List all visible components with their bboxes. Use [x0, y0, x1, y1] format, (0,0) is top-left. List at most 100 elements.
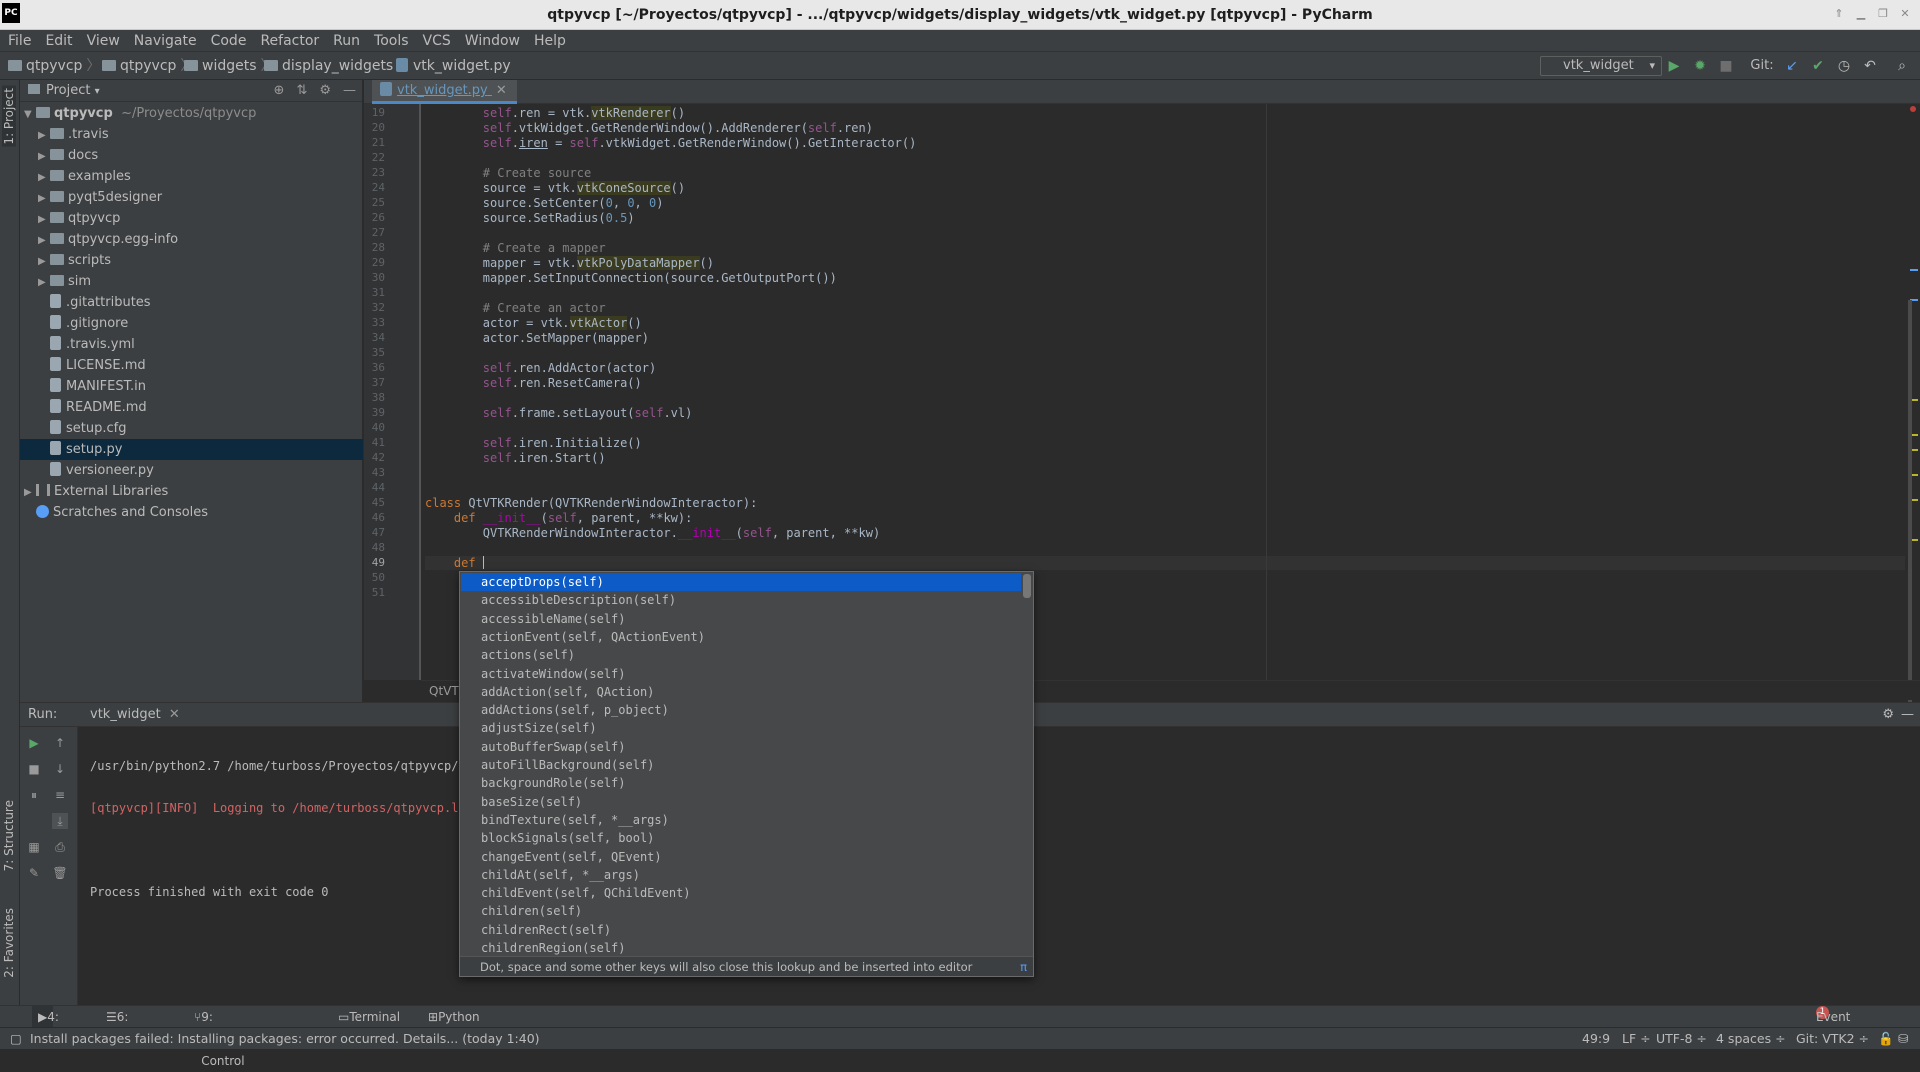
- completion-item[interactable]: activateWindow(self): [461, 665, 1021, 683]
- run-icon[interactable]: ▶: [1666, 58, 1682, 74]
- tree-item-scripts[interactable]: ▶ scripts: [20, 250, 363, 271]
- completion-item[interactable]: changeEvent(self, QEvent): [461, 848, 1021, 866]
- breadcrumb-project[interactable]: qtpyvcp 〉: [8, 52, 104, 80]
- window-minimize-icon[interactable]: ▁: [1852, 6, 1870, 22]
- tree-item-gitattributes[interactable]: .gitattributes: [20, 292, 363, 313]
- status-encoding[interactable]: UTF-8 ÷: [1656, 1028, 1707, 1050]
- stop-icon[interactable]: ■: [26, 761, 42, 777]
- tab-vtk-widget[interactable]: vtk_widget.py ✕: [372, 80, 517, 104]
- pause-icon[interactable]: ⏸: [26, 787, 42, 803]
- breadcrumb-file[interactable]: vtk_widget.py: [396, 52, 511, 80]
- tree-root[interactable]: ▼ qtpyvcp ~/Proyectos/qtpyvcp: [20, 103, 363, 124]
- tree-item-docs[interactable]: ▶ docs: [20, 145, 363, 166]
- tool-tab-todo[interactable]: ☰ 6: TODO: [106, 1006, 152, 1046]
- lock-icon[interactable]: 🔓: [1878, 1028, 1894, 1050]
- completion-item[interactable]: blockSignals(self, bool): [461, 829, 1021, 847]
- search-everywhere-icon[interactable]: ⌕: [1894, 58, 1910, 74]
- locate-icon[interactable]: ⊕: [274, 80, 285, 102]
- tree-item-setup-py[interactable]: setup.py: [20, 439, 363, 460]
- menu-view[interactable]: View: [79, 30, 126, 52]
- tool-tab-terminal[interactable]: ▭ Terminal: [338, 1006, 400, 1028]
- completion-item[interactable]: children(self): [461, 902, 1021, 920]
- database-icon[interactable]: ⛁: [1898, 1028, 1908, 1050]
- window-maximize-icon[interactable]: ❐: [1874, 6, 1892, 22]
- tree-scratches[interactable]: Scratches and Consoles: [20, 502, 363, 523]
- tool-tab-favorites[interactable]: 2: Favorites: [2, 908, 16, 978]
- completion-item[interactable]: childrenRect(self): [461, 921, 1021, 939]
- close-tab-icon[interactable]: ✕: [496, 80, 507, 102]
- tool-tab-version-control[interactable]: ⑂ 9: Version Control: [194, 1006, 245, 1068]
- completion-item[interactable]: actionEvent(self, QActionEvent): [461, 628, 1021, 646]
- completion-item[interactable]: childEvent(self, QChildEvent): [461, 884, 1021, 902]
- hide-icon[interactable]: —: [1901, 703, 1914, 727]
- vcs-update-icon[interactable]: ↙: [1784, 58, 1800, 74]
- completion-item[interactable]: autoBufferSwap(self): [461, 738, 1021, 756]
- soft-wrap-icon[interactable]: ≡: [52, 787, 68, 803]
- gear-icon[interactable]: ⚙: [319, 80, 331, 102]
- status-line-separator[interactable]: LF ÷: [1622, 1028, 1651, 1050]
- tree-item-pyqt5designer[interactable]: ▶ pyqt5designer: [20, 187, 363, 208]
- vcs-revert-icon[interactable]: ↶: [1862, 58, 1878, 74]
- window-up-icon[interactable]: ⇑: [1830, 6, 1848, 22]
- menu-file[interactable]: File: [0, 30, 37, 52]
- gear-icon[interactable]: ⚙: [1882, 703, 1894, 727]
- console-output[interactable]: /usr/bin/python2.7 /home/turboss/Proyect…: [90, 731, 473, 927]
- menu-run[interactable]: Run: [325, 30, 366, 52]
- scroll-to-end-icon[interactable]: ⤓: [52, 813, 68, 829]
- tree-item-qtpyvcp-egg-info[interactable]: ▶ qtpyvcp.egg-info: [20, 229, 363, 250]
- menu-help[interactable]: Help: [526, 30, 572, 52]
- menu-window[interactable]: Window: [457, 30, 526, 52]
- project-view-select[interactable]: Project: [46, 83, 90, 98]
- tree-item-qtpyvcp[interactable]: ▶ qtpyvcp: [20, 208, 363, 229]
- collapse-all-icon[interactable]: ⇅: [296, 80, 307, 102]
- tree-item-license-md[interactable]: LICENSE.md: [20, 355, 363, 376]
- tool-tab-structure[interactable]: 7: Structure: [2, 800, 16, 871]
- tree-item-travis[interactable]: ▶ .travis: [20, 124, 363, 145]
- up-icon[interactable]: ↑: [52, 735, 68, 751]
- close-tab-icon[interactable]: ✕: [169, 707, 180, 722]
- completion-item[interactable]: baseSize(self): [461, 793, 1021, 811]
- completion-item[interactable]: adjustSize(self): [461, 719, 1021, 737]
- tree-item-readme-md[interactable]: README.md: [20, 397, 363, 418]
- down-icon[interactable]: ↓: [52, 761, 68, 777]
- status-indent[interactable]: 4 spaces ÷: [1716, 1028, 1786, 1050]
- completion-item[interactable]: accessibleName(self): [461, 610, 1021, 628]
- print-icon[interactable]: ⎙: [52, 839, 68, 855]
- editor-scrollbar[interactable]: [1908, 104, 1920, 720]
- completion-item[interactable]: backgroundRole(self): [461, 774, 1021, 792]
- completion-item[interactable]: actions(self): [461, 646, 1021, 664]
- run-config-select[interactable]: vtk_widget: [1540, 56, 1662, 76]
- tool-tab-project[interactable]: 1: Project: [2, 86, 16, 147]
- menu-edit[interactable]: Edit: [37, 30, 78, 52]
- breadcrumb-display-widgets[interactable]: display_widgets〉: [264, 52, 415, 80]
- completion-item[interactable]: addActions(self, p_object): [461, 701, 1021, 719]
- rerun-icon[interactable]: ▶: [26, 735, 42, 751]
- scroll-thumb[interactable]: [1908, 300, 1912, 720]
- completion-item[interactable]: childAt(self, *__args): [461, 866, 1021, 884]
- completion-item[interactable]: autoFillBackground(self): [461, 756, 1021, 774]
- layout-icon[interactable]: ▦: [26, 839, 42, 855]
- status-position[interactable]: 49:9: [1582, 1028, 1610, 1050]
- run-tab-vtk-widget[interactable]: vtk_widget ✕: [72, 703, 180, 727]
- vcs-commit-icon[interactable]: ✔: [1810, 58, 1826, 74]
- menu-navigate[interactable]: Navigate: [126, 30, 203, 52]
- completion-item[interactable]: accessibleDescription(self): [461, 591, 1021, 609]
- tool-tab-python-console[interactable]: ⊞ Python Console: [428, 1006, 486, 1046]
- menu-refactor[interactable]: Refactor: [252, 30, 325, 52]
- popup-scrollbar[interactable]: [1023, 574, 1031, 598]
- completion-item[interactable]: acceptDrops(self): [461, 573, 1021, 591]
- hide-icon[interactable]: —: [343, 80, 356, 102]
- status-toggle-icon[interactable]: ▢: [10, 1028, 22, 1050]
- trash-icon[interactable]: 🗑: [52, 865, 68, 881]
- completion-item[interactable]: bindTexture(self, *__args): [461, 811, 1021, 829]
- tree-item-sim[interactable]: ▶ sim: [20, 271, 363, 292]
- debug-icon[interactable]: ✹: [1692, 58, 1708, 74]
- vcs-history-icon[interactable]: ◷: [1836, 58, 1852, 74]
- window-close-icon[interactable]: ✕: [1896, 6, 1914, 22]
- status-message[interactable]: Install packages failed: Installing pack…: [30, 1028, 540, 1050]
- tree-item-gitignore[interactable]: .gitignore: [20, 313, 363, 334]
- menu-vcs[interactable]: VCS: [415, 30, 457, 52]
- status-vcs-branch[interactable]: Git: VTK2 ÷: [1796, 1028, 1869, 1050]
- tree-item-versioneer-py[interactable]: versioneer.py: [20, 460, 363, 481]
- tool-tab-run[interactable]: ▶ 4: Run: [32, 1006, 70, 1046]
